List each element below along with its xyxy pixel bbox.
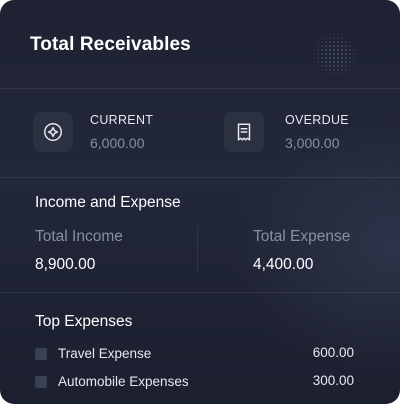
divider	[0, 177, 400, 178]
legend-swatch	[35, 348, 47, 360]
column-separator	[197, 226, 198, 274]
expense-label: Travel Expense	[58, 346, 152, 361]
divider	[0, 88, 400, 89]
total-expense-value: 4,400.00	[253, 256, 314, 273]
background-glow	[230, 120, 400, 380]
top-expenses-title: Top Expenses	[35, 313, 133, 330]
expense-value: 300.00	[312, 373, 354, 388]
card-title: Total Receivables	[30, 34, 191, 55]
receipt-icon	[237, 123, 251, 141]
overdue-value: 3,000.00	[285, 135, 340, 151]
legend-swatch	[35, 376, 47, 388]
total-income-label: Total Income	[35, 228, 123, 245]
total-expense-label: Total Expense	[253, 228, 351, 245]
divider	[0, 292, 400, 293]
current-value: 6,000.00	[90, 135, 145, 151]
expense-value: 600.00	[312, 345, 354, 360]
expense-label: Automobile Expenses	[58, 374, 189, 389]
income-expense-title: Income and Expense	[35, 194, 181, 211]
total-income-value: 8,900.00	[35, 256, 96, 273]
current-label: CURRENT	[90, 113, 154, 127]
compass-icon	[44, 123, 62, 141]
overdue-label: OVERDUE	[285, 113, 349, 127]
overdue-icon-box	[224, 112, 264, 152]
dot-pattern-decoration	[312, 32, 358, 78]
current-icon-box	[33, 112, 73, 152]
total-receivables-card: Total Receivables CURRENT 6,000.00 OVERD…	[0, 0, 400, 404]
